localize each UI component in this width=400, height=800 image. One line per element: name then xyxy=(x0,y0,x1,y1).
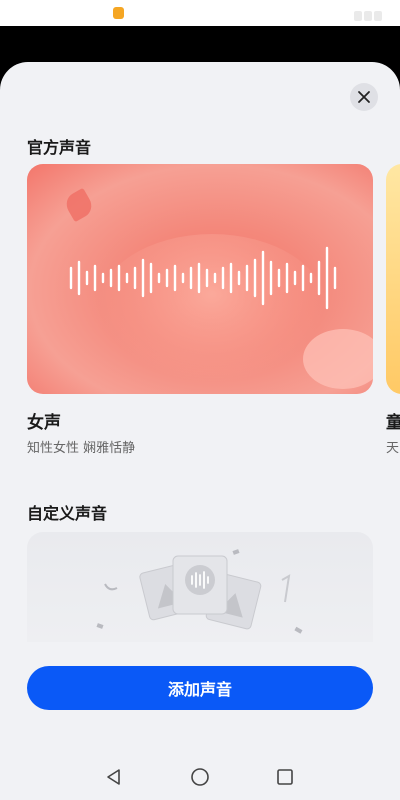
voice-cards-illustration xyxy=(96,549,303,634)
recent-square-icon[interactable] xyxy=(275,767,295,787)
voice-card-child[interactable] xyxy=(386,164,400,394)
custom-voices-title: 自定义声音 xyxy=(27,504,108,523)
voice-selection-sheet: 官方声音 女声 知性女性 娴雅恬静 童 天 自定义声音 添加声音 xyxy=(0,62,400,754)
home-circle-icon[interactable] xyxy=(190,767,210,787)
voice-description: 知性女性 娴雅恬静 xyxy=(27,441,136,456)
waveform-icon xyxy=(69,246,337,310)
add-voice-button[interactable]: 添加声音 xyxy=(27,666,373,710)
system-navigation-bar xyxy=(0,754,400,800)
close-button[interactable] xyxy=(350,83,378,111)
app-notification-icon xyxy=(113,7,124,19)
custom-voice-card[interactable] xyxy=(27,532,373,642)
close-icon xyxy=(358,91,370,103)
voice-description: 天 xyxy=(386,441,400,456)
status-icons xyxy=(352,6,392,21)
official-voices-title: 官方声音 xyxy=(27,138,92,157)
voice-name: 童 xyxy=(386,413,400,433)
voice-card-female[interactable] xyxy=(27,164,373,394)
back-triangle-icon[interactable] xyxy=(104,767,124,787)
status-bar xyxy=(0,0,400,26)
voice-name: 女声 xyxy=(27,413,61,433)
dimmed-background[interactable] xyxy=(0,26,400,62)
